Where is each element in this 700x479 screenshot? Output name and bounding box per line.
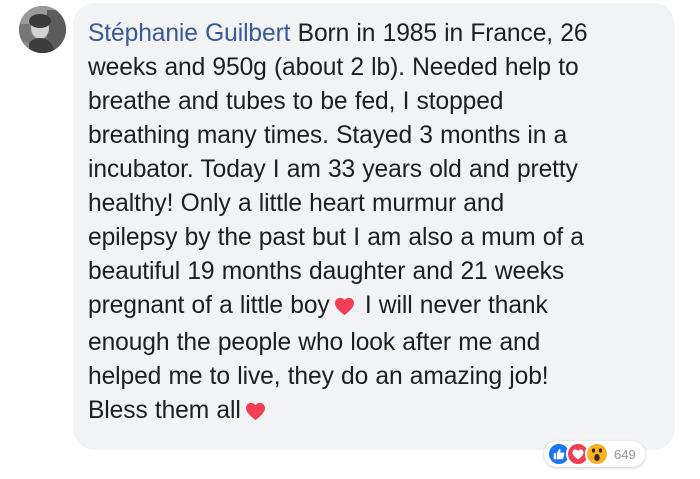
heart-icon [334,292,355,326]
comment-bubble: Stéphanie Guilbert Born in 1985 in Franc… [73,3,675,450]
wow-icon [585,442,609,466]
comment-line: pregnant of a little boy [88,292,330,319]
comment-line: I will never thank [357,292,548,319]
comment-line: Bless them all [88,397,241,424]
reaction-count: 649 [614,446,636,462]
comment-line: Born in 1985 in France, 26 [290,20,588,47]
avatar[interactable] [19,6,66,53]
comment-line: breathing many times. Stayed 3 months in… [88,122,568,149]
heart-icon [245,397,266,431]
comment-line: breathe and tubes to be fed, I stopped [88,88,504,115]
comment-line: beautiful 19 months daughter and 21 week… [88,258,565,285]
comment-line: weeks and 950g (about 2 lb). Needed help… [88,54,579,81]
comment-line: enough the people who look after me and [88,329,541,356]
comment-line: healthy! Only a little heart murmur and [88,190,505,217]
comment-line: incubator. Today I am 33 years old and p… [88,156,578,183]
comment-line: epilepsy by the past but I am also a mum… [88,224,584,251]
comment-row: Stéphanie Guilbert Born in 1985 in Franc… [0,0,700,479]
reactions-summary[interactable]: 649 [544,441,645,467]
comment-text: Stéphanie Guilbert Born in 1985 in Franc… [88,17,661,431]
author-name-link[interactable]: Stéphanie Guilbert [88,20,291,47]
comment-line: helped me to live, they do an amazing jo… [88,363,549,390]
avatar-photo [19,6,66,53]
